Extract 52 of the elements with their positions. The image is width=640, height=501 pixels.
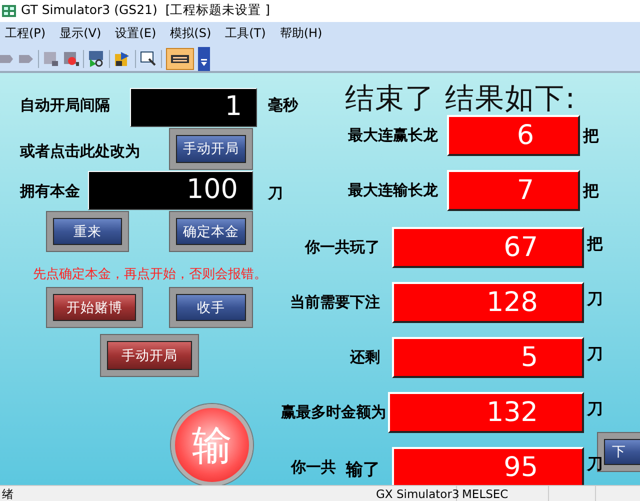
status-text: GX Simulator3 (374, 486, 457, 501)
status-text: 绪 (1, 486, 15, 501)
window-icon[interactable] (43, 50, 59, 68)
unit-label: 把 (583, 181, 599, 202)
result-label: 最大连赢长龙 (348, 125, 438, 146)
field-label: 毫秒 (268, 95, 298, 116)
monitor-wrench-icon[interactable] (140, 50, 157, 68)
field-label: 自动开局间隔 (20, 95, 110, 116)
result-heading: 结束了 结果如下: (345, 80, 576, 118)
result-display: 95 (392, 447, 584, 485)
dropdown-icon[interactable] (198, 46, 210, 70)
switch-button[interactable]: 收手 (170, 288, 252, 328)
unit-label: 刀 (587, 289, 603, 310)
menu-item[interactable]: 设置(E) (114, 23, 158, 44)
switch-button[interactable]: 确定本金 (170, 212, 252, 252)
numeric-display: 1 (130, 88, 257, 128)
menu-item[interactable]: 模拟(S) (169, 23, 212, 44)
unit-label: 把 (583, 126, 599, 148)
result-label: 当前需要下注 (290, 292, 380, 312)
result-display: 128 (392, 282, 584, 324)
menu-item[interactable]: 工程(P) (4, 23, 47, 44)
unit-label: 把 (587, 234, 603, 256)
field-label: 刀 (268, 183, 283, 204)
result-label: 你一共 (291, 457, 336, 478)
result-label: 赢最多时金额为 (281, 402, 386, 422)
result-display: 7 (447, 170, 580, 212)
result-display: 6 (447, 115, 580, 156)
menu-item[interactable]: 帮助(H) (278, 23, 324, 44)
switch-button[interactable]: 手动开局 (101, 335, 198, 376)
target-icon[interactable] (63, 50, 79, 68)
window-title: GT Simulator3 (GS21) [工程标题未设置 ] (21, 2, 270, 20)
result-display: 67 (392, 227, 584, 268)
warning-text: 先点确定本金，再点开始，否则会报错。 (33, 266, 267, 284)
result-label: 最大连输长龙 (348, 180, 438, 200)
field-label: 拥有本金 (20, 181, 80, 202)
result-label: 输了 (346, 460, 380, 480)
switch-button[interactable]: 重来 (47, 212, 128, 252)
status-text: MELSEC (457, 486, 549, 501)
switch-button[interactable]: 开始赌博 (47, 288, 142, 328)
unit-label: 刀 (587, 344, 603, 366)
result-display: 5 (392, 337, 584, 378)
switch-button[interactable]: 手动开局 (170, 129, 252, 170)
numeric-display: 100 (88, 171, 253, 210)
field-label: 或者点击此处改为 (20, 141, 140, 162)
result-label: 你一共玩了 (305, 237, 380, 258)
menu-item[interactable]: 工具(T) (224, 23, 267, 44)
play-search-icon[interactable] (88, 50, 105, 68)
menu-item[interactable]: 显示(V) (58, 23, 102, 44)
result-display: 132 (388, 392, 584, 434)
keyboard-icon[interactable] (166, 48, 194, 70)
unit-label: 刀 (587, 399, 603, 420)
result-label: 还剩 (350, 347, 380, 368)
